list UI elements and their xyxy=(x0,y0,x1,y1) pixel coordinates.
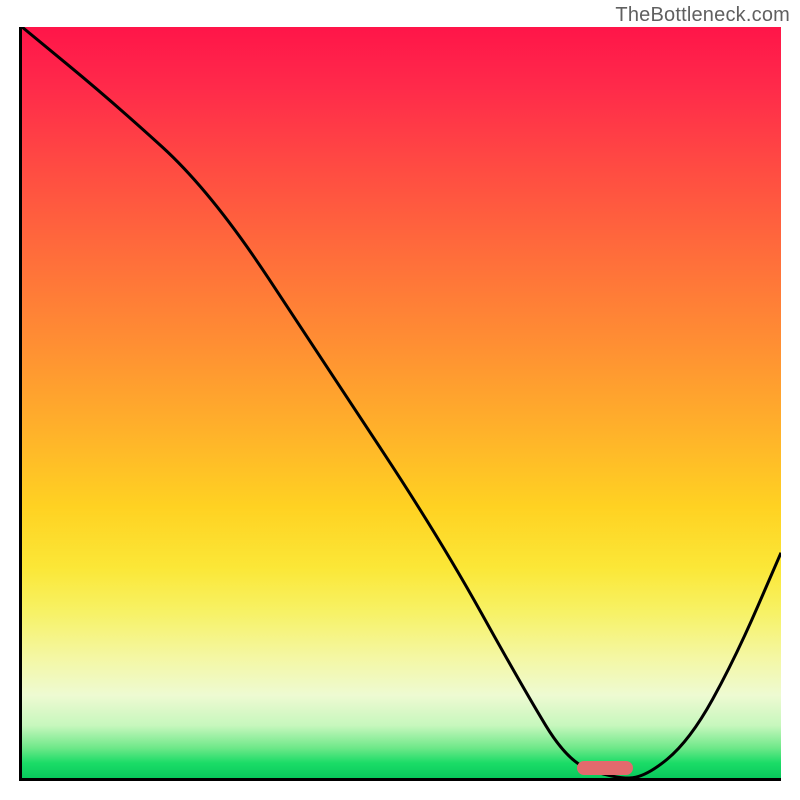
chart-stage: TheBottleneck.com xyxy=(0,0,800,800)
plot-area xyxy=(19,27,781,781)
watermark-text: TheBottleneck.com xyxy=(615,4,790,27)
curve-path xyxy=(22,27,781,778)
bottleneck-curve xyxy=(22,27,781,778)
optimal-range-marker xyxy=(577,761,633,775)
